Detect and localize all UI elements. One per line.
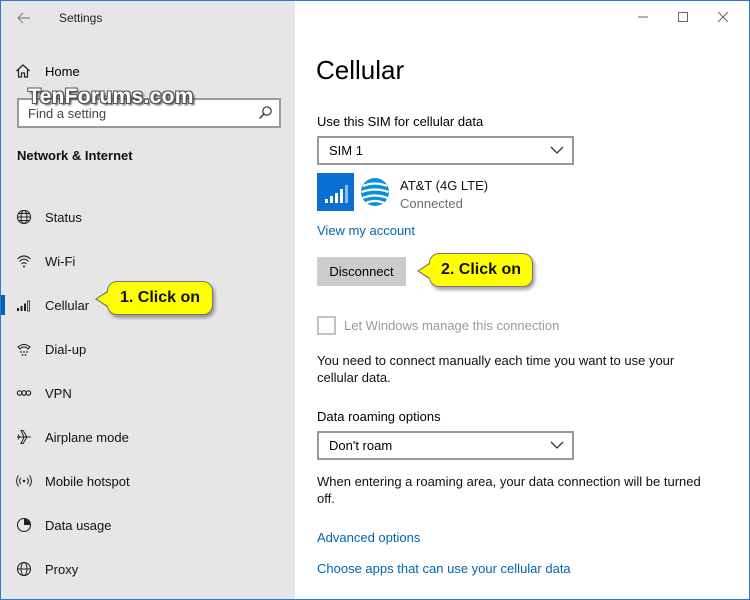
manage-connection-checkbox-row: Let Windows manage this connection — [317, 316, 559, 335]
att-globe-logo — [361, 178, 389, 206]
choose-apps-link[interactable]: Choose apps that can use your cellular d… — [317, 561, 571, 576]
app-title: Settings — [59, 11, 103, 25]
vpn-icon — [16, 389, 32, 397]
sidebar-item-label: Mobile hotspot — [45, 473, 130, 489]
cellular-signal-icon — [325, 185, 348, 203]
close-button[interactable] — [703, 5, 743, 29]
nav-home-label: Home — [45, 63, 80, 79]
sidebar-item-label: VPN — [45, 385, 72, 401]
settings-window: Settings Home TenForums.com Network & In… — [0, 0, 750, 600]
manage-connection-label: Let Windows manage this connection — [344, 318, 560, 333]
callout-step-1-text: 1. Click on — [119, 289, 201, 306]
sidebar-item-airplane-mode[interactable]: Airplane mode — [1, 415, 295, 459]
hotspot-icon — [16, 475, 32, 487]
sidebar-item-label: Wi-Fi — [45, 253, 76, 269]
dialup-icon — [17, 344, 31, 356]
manage-connection-checkbox[interactable] — [317, 316, 336, 335]
callout-step-2-text: 2. Click on — [440, 261, 522, 278]
sim-dropdown-value: SIM 1 — [329, 143, 363, 158]
sim-label: Use this SIM for cellular data — [317, 114, 484, 129]
network-details: AT&T (4G LTE) Connected — [400, 178, 488, 211]
sidebar-item-label: Cellular — [45, 297, 90, 313]
sidebar-item-wifi[interactable]: Wi-Fi — [1, 239, 295, 283]
airplane-icon — [17, 430, 31, 444]
minimize-icon — [638, 16, 648, 18]
sidebar-item-proxy[interactable]: Proxy — [1, 547, 295, 591]
callout-step-2: 2. Click on — [417, 253, 533, 287]
network-name: AT&T (4G LTE) — [400, 178, 489, 193]
section-title: Network & Internet — [17, 148, 133, 163]
window-controls — [623, 5, 743, 29]
sidebar-item-mobile-hotspot[interactable]: Mobile hotspot — [1, 459, 295, 503]
sidebar-item-label: Dial-up — [45, 341, 87, 357]
minimize-button[interactable] — [623, 5, 663, 29]
data-usage-icon — [16, 517, 32, 533]
callout-step-1: 1. Click on — [95, 281, 213, 315]
maximize-icon — [678, 12, 688, 22]
roaming-note: When entering a roaming area, your data … — [317, 474, 701, 506]
wifi-icon — [17, 255, 31, 268]
globe-icon — [16, 209, 32, 225]
view-account-link[interactable]: View my account — [317, 223, 415, 238]
advanced-options-link[interactable]: Advanced options — [317, 530, 420, 545]
home-icon — [16, 64, 30, 78]
page-title: Cellular — [316, 55, 405, 85]
back-arrow-icon — [17, 12, 30, 24]
search-icon[interactable] — [258, 105, 273, 120]
globe-icon — [16, 561, 32, 577]
sidebar-item-label: Airplane mode — [45, 429, 129, 445]
sim-dropdown[interactable]: SIM 1 — [317, 136, 574, 165]
sidebar-item-data-usage[interactable]: Data usage — [1, 503, 295, 547]
nav-home[interactable]: Home — [15, 60, 80, 82]
roaming-dropdown-value: Don't roam — [329, 438, 393, 453]
close-icon — [718, 12, 728, 22]
disconnect-button[interactable]: Disconnect — [317, 257, 406, 286]
active-indicator — [1, 295, 5, 315]
signal-strength-tile — [317, 173, 354, 211]
roaming-label: Data roaming options — [317, 409, 441, 424]
watermark: TenForums.com — [28, 85, 194, 108]
back-button[interactable] — [13, 7, 35, 29]
sidebar-item-label: Proxy — [45, 561, 79, 577]
chevron-down-icon — [550, 146, 564, 154]
sidebar-item-status[interactable]: Status — [1, 195, 295, 239]
cellular-signal-icon — [17, 300, 30, 312]
nav-list: Status Wi-Fi Cellular Dial-up VPN Airpla… — [1, 195, 295, 591]
sidebar-item-vpn[interactable]: VPN — [1, 371, 295, 415]
connection-status: Connected — [400, 196, 463, 211]
chevron-down-icon — [550, 441, 564, 449]
sidebar-item-label: Status — [45, 209, 82, 225]
maximize-button[interactable] — [663, 5, 703, 29]
main-content: Cellular Use this SIM for cellular data … — [295, 1, 749, 599]
roaming-dropdown[interactable]: Don't roam — [317, 431, 574, 460]
manual-connect-note: You need to connect manually each time y… — [317, 353, 675, 385]
network-info: AT&T (4G LTE) Connected — [317, 173, 488, 211]
sidebar-item-dialup[interactable]: Dial-up — [1, 327, 295, 371]
sidebar-item-label: Data usage — [45, 517, 112, 533]
